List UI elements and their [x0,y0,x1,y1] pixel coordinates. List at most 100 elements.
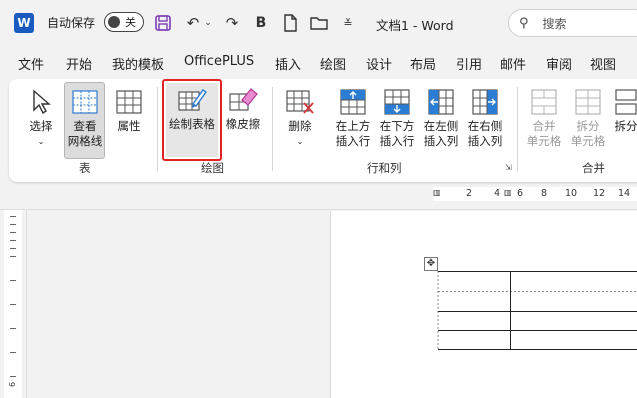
insert-right-button[interactable]: 在右侧 插入列 [466,87,504,149]
merge-group-label: 合并 [582,161,605,175]
split-cells-label-1: 拆分 [576,119,600,133]
table-properties-icon [114,87,144,117]
delete-label: 删除 [288,119,312,133]
insert-above-label-1: 在上方 [335,119,371,133]
autosave-toggle-state: 关 [125,16,136,29]
tab-my-templates[interactable]: 我的模板 [112,54,164,73]
insert-left-label-2: 插入列 [423,134,459,148]
eraser-button[interactable]: 橡皮擦 [223,85,263,132]
view-gridlines-label-1: 查看 [73,119,97,133]
select-cursor-icon [26,87,56,117]
merge-cells-label-2: 单元格 [526,134,562,148]
document-title: 文档1 - Word [376,18,454,33]
ruler-number: 2 [466,188,473,199]
group-separator [517,87,518,171]
insert-above-button[interactable]: 在上方 插入行 [334,87,372,149]
eraser-icon [228,85,258,115]
tab-view[interactable]: 视图 [590,54,616,73]
insert-left-label-1: 在左侧 [423,119,459,133]
menu-bar: 文件 开始 我的模板 OfficePLUS 插入 绘图 设计 布局 引用 邮件 … [0,50,637,76]
new-document-icon[interactable] [279,12,301,34]
horizontal-ruler-text-area [433,187,637,201]
draw-group-label: 绘图 [201,161,224,175]
split-cells-label-2: 单元格 [570,134,606,148]
search-icon: ⚲ [519,15,529,31]
tab-mailings[interactable]: 邮件 [500,54,526,73]
search-placeholder: 搜索 [542,16,567,31]
tab-review[interactable]: 审阅 [546,54,572,73]
tab-layout[interactable]: 布局 [410,54,436,73]
draw-table-button[interactable]: 绘制表格 [166,85,218,132]
vertical-ruler: 6 [4,210,22,398]
insert-above-label-2: 插入行 [335,134,371,148]
bold-icon[interactable]: B [250,12,272,34]
ruler-divider [26,209,27,398]
undo-icon[interactable]: ↶ [182,12,204,34]
draw-table-label: 绘制表格 [169,117,215,131]
gridlines-icon [70,87,100,117]
split-cells-button[interactable]: 拆分 单元格 [569,87,607,149]
insert-column-left-icon [426,87,456,117]
ruler-number: 14 [618,188,631,199]
search-box[interactable]: ⚲ 搜索 [508,9,637,37]
group-separator [157,87,158,171]
ribbon: 选择 ⌄ 查看 网格线 属性 表 绘制表格 橡皮擦 绘图 删除 ⌄ 在上方 插入… [9,79,637,182]
insert-below-label-1: 在下方 [379,119,415,133]
pencil-table-icon [177,85,207,115]
insert-column-right-icon [470,87,500,117]
select-label: 选择 [29,119,53,133]
insert-row-below-icon [382,87,412,117]
table-move-handle-icon[interactable]: ✥ [424,257,438,271]
tab-insert[interactable]: 插入 [275,54,301,73]
insert-right-label-1: 在右侧 [467,119,503,133]
view-gridlines-button[interactable]: 查看 网格线 [67,87,103,149]
ruler-number: 10 [565,188,578,199]
ruler-number: 4 [494,188,501,199]
chevron-down-icon: ⌄ [296,137,304,146]
delete-table-icon [285,87,315,117]
toggle-knob [108,16,120,28]
autosave-toggle[interactable]: 关 [104,12,144,32]
insert-below-button[interactable]: 在下方 插入行 [378,87,416,149]
tab-home[interactable]: 开始 [66,54,92,73]
tab-design[interactable]: 设计 [366,54,392,73]
save-icon[interactable] [152,12,174,34]
insert-below-label-2: 插入行 [379,134,415,148]
merge-cells-button[interactable]: 合并 单元格 [525,87,563,149]
ruler-number: 12 [593,188,606,199]
merge-cells-label-1: 合并 [532,119,556,133]
delete-button[interactable]: 删除 ⌄ [283,87,317,149]
tab-references[interactable]: 引用 [456,54,482,73]
word-logo-icon: W [14,13,34,33]
dialog-launcher-icon[interactable]: ⇲ [505,163,515,173]
eraser-label: 橡皮擦 [225,117,261,131]
properties-button[interactable]: 属性 [113,87,145,134]
group-separator [272,87,273,171]
customize-toolbar-icon[interactable]: ≚ [337,12,359,34]
column-marker-icon[interactable]: ▥ [504,188,512,197]
ruler-number: 8 [541,188,548,199]
column-marker-icon[interactable]: ▥ [433,188,441,197]
insert-left-button[interactable]: 在左侧 插入列 [422,87,460,149]
properties-label: 属性 [117,119,141,133]
split-table-button[interactable]: 拆分 [611,87,637,134]
insert-right-label-2: 插入列 [467,134,503,148]
tab-officeplus[interactable]: OfficePLUS [184,54,254,69]
insert-row-above-icon [338,87,368,117]
autosave-label: 自动保存 [47,16,96,30]
split-table-label: 拆分 [614,119,637,133]
select-button[interactable]: 选择 ⌄ [26,87,56,149]
document-table[interactable] [437,271,637,351]
redo-icon[interactable]: ↷ [221,12,243,34]
chevron-down-icon: ⌄ [37,137,45,146]
vertical-ruler-number: 6 [8,381,18,388]
ruler-divider [0,209,637,210]
tab-file[interactable]: 文件 [18,54,44,73]
merge-cells-icon [529,87,559,117]
split-table-icon [611,87,637,117]
undo-dropdown-icon[interactable]: ⌄ [203,12,213,34]
ruler-number: 6 [517,188,524,199]
tab-draw[interactable]: 绘图 [320,54,346,73]
table-group-label: 表 [79,161,91,175]
open-folder-icon[interactable] [308,12,330,34]
